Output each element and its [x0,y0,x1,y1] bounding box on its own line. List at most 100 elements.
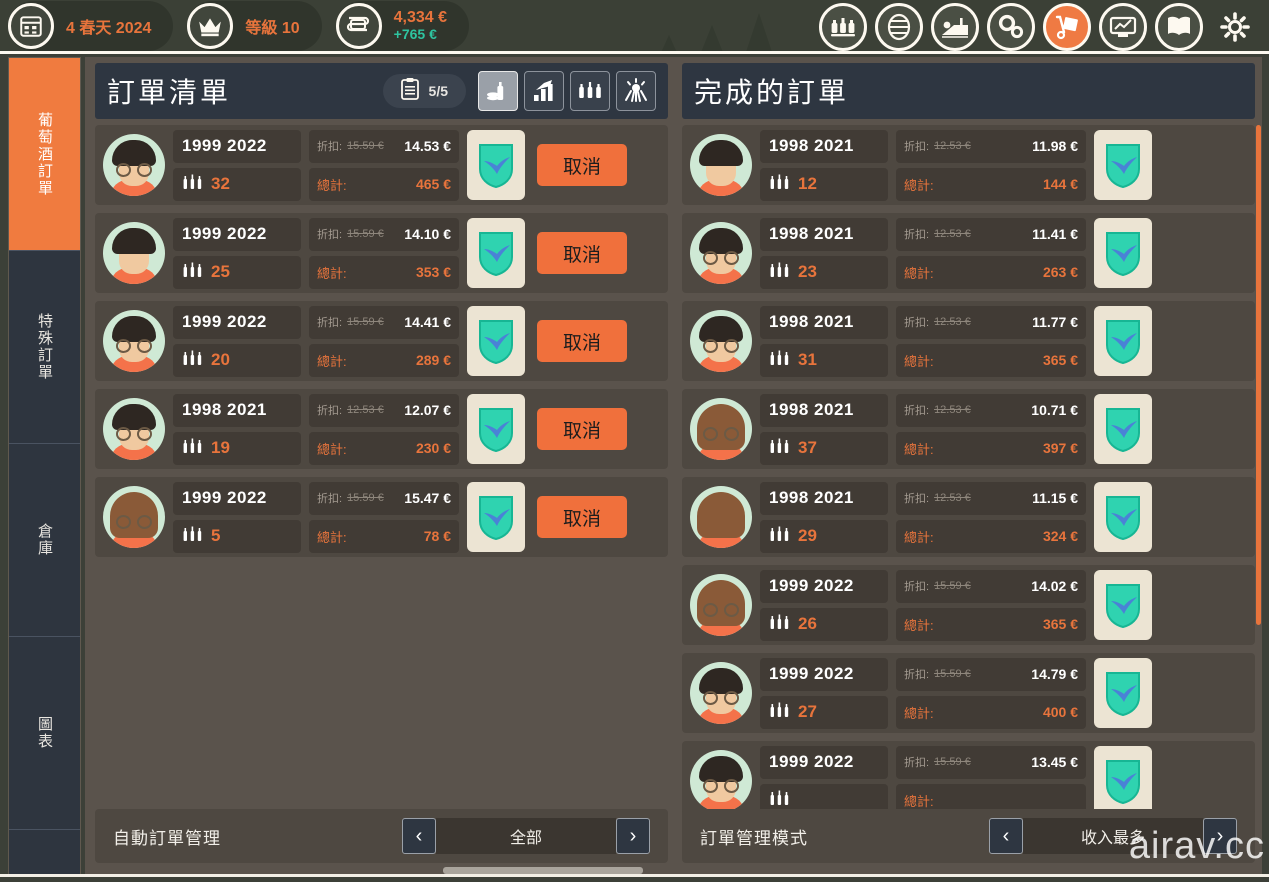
order-list-header: 訂單清單 5/5 [95,63,668,119]
completed-order-row[interactable]: 1998 2021 29 折扣: 12.53 € 11.15 € [682,477,1255,557]
order-total: 144 € [1043,176,1078,192]
completed-list-scrollbar[interactable] [1256,125,1261,850]
money-icon [336,3,382,49]
discount-label: 折扣: [317,226,342,242]
order-years: 1998 2021 [769,136,854,156]
scrollbar-thumb[interactable] [1256,125,1261,625]
quality-badge [1094,482,1152,552]
order-row[interactable]: 1999 2022 5 折扣: 15.59 € 15.47 € [95,477,668,557]
order-new-price: 13.45 € [1031,754,1078,770]
three-bottles-filter-icon[interactable] [570,71,610,111]
quality-badge [1094,658,1152,728]
bottles-icon [769,349,791,372]
avatar [690,310,752,372]
settings-gear-icon[interactable] [1211,3,1259,51]
order-bottle-count: 31 [798,350,817,370]
discount-label: 折扣: [904,138,929,154]
order-list[interactable]: 1999 2022 32 折扣: 15.59 € 14.53 € [95,125,668,795]
discount-label: 折扣: [904,226,929,242]
discount-label: 折扣: [904,314,929,330]
order-management-mode-value: 收入最多 [1023,818,1203,854]
order-old-price: 12.53 € [934,404,971,416]
quality-badge [467,130,525,200]
bottles-icon [182,261,204,284]
horizontal-scrollbar[interactable] [0,867,1269,877]
completed-order-row[interactable]: 1999 2022 27 折扣: 15.59 € 14.79 € [682,653,1255,733]
bottles-icon [769,261,791,284]
sidebar-item-label: 圖表 [34,716,55,750]
bar-chart-arrow-filter-icon[interactable] [524,71,564,111]
bottles-icon [769,437,791,460]
sidebar-item-special-orders[interactable]: 特殊訂單 [9,251,80,444]
order-total: 289 € [416,352,451,368]
next-arrow-icon[interactable]: › [1203,818,1237,854]
left-sidebar: 葡萄酒訂單 特殊訂單 倉庫 圖表 [8,57,81,875]
completed-order-row[interactable]: 1999 2022 26 折扣: 15.59 € 14.02 € [682,565,1255,645]
order-old-price: 15.59 € [934,580,971,592]
quality-badge [467,394,525,464]
order-row[interactable]: 1998 2021 19 折扣: 12.53 € 12.07 € [95,389,668,469]
cancel-button[interactable]: 取消 [537,408,627,450]
completed-order-row[interactable]: 1998 2021 31 折扣: 12.53 € 11.77 € [682,301,1255,381]
order-years: 1998 2021 [769,312,854,332]
cancel-button[interactable]: 取消 [537,232,627,274]
cancel-button[interactable]: 取消 [537,320,627,362]
order-new-price: 12.07 € [404,402,451,418]
completed-order-list[interactable]: 1998 2021 12 折扣: 12.53 € 11.98 € [682,125,1255,850]
vineyard-icon[interactable] [931,3,979,51]
gears-icon[interactable] [987,3,1035,51]
order-years: 1999 2022 [182,136,267,156]
quality-badge [467,306,525,376]
coins-bottle-filter-icon[interactable] [478,71,518,111]
order-management-mode-label: 訂單管理模式 [700,824,808,849]
scrollbar-track [0,874,1269,877]
order-years: 1999 2022 [182,224,267,244]
cancel-button[interactable]: 取消 [537,144,627,186]
order-new-price: 15.47 € [404,490,451,506]
avatar [103,486,165,548]
delivery-cart-icon[interactable] [1043,3,1091,51]
order-row[interactable]: 1999 2022 20 折扣: 15.59 € 14.41 € [95,301,668,381]
completed-order-row[interactable]: 1998 2021 23 折扣: 12.53 € 11.41 € [682,213,1255,293]
tree-decoration [660,35,678,54]
sidebar-item-label: 特殊訂單 [34,313,55,381]
next-arrow-icon[interactable]: › [616,818,650,854]
sidebar-item-wine-orders[interactable]: 葡萄酒訂單 [9,58,80,251]
discount-label: 折扣: [904,402,929,418]
completed-order-row[interactable]: 1998 2021 37 折扣: 12.53 € 10.71 € [682,389,1255,469]
bottles-icon [182,173,204,196]
date-stat: 4 春天 2024 [8,1,173,51]
order-bottle-count: 19 [211,438,230,458]
barrel-icon[interactable] [875,3,923,51]
order-new-price: 11.77 € [1032,314,1078,330]
total-label: 總計: [317,175,347,194]
money-delta-value: +765 € [394,27,447,42]
bottles-icon[interactable] [819,3,867,51]
level-stat: 等級 10 [187,1,321,51]
total-label: 總計: [904,791,934,810]
order-total: 78 € [424,528,451,544]
order-years: 1998 2021 [769,488,854,508]
total-label: 總計: [904,351,934,370]
total-label: 總計: [317,439,347,458]
order-total: 263 € [1043,264,1078,280]
prev-arrow-icon[interactable]: ‹ [402,818,436,854]
completed-order-row[interactable]: 1998 2021 12 折扣: 12.53 € 11.98 € [682,125,1255,205]
completed-orders-header: 完成的訂單 [682,63,1255,119]
scrollbar-thumb[interactable] [443,867,643,874]
sidebar-item-charts[interactable]: 圖表 [9,637,80,830]
book-icon[interactable] [1155,3,1203,51]
monitor-chart-icon[interactable] [1099,3,1147,51]
cancel-button[interactable]: 取消 [537,496,627,538]
sidebar-item-warehouse[interactable]: 倉庫 [9,444,80,637]
avatar [690,750,752,812]
order-row[interactable]: 1999 2022 32 折扣: 15.59 € 14.53 € [95,125,668,205]
tree-decoration [700,25,724,54]
order-bottle-count: 12 [798,174,817,194]
quality-badge [1094,130,1152,200]
quality-badge [1094,746,1152,816]
prev-arrow-icon[interactable]: ‹ [989,818,1023,854]
sunburst-filter-icon[interactable] [616,71,656,111]
quality-badge [1094,306,1152,376]
order-row[interactable]: 1999 2022 25 折扣: 15.59 € 14.10 € [95,213,668,293]
